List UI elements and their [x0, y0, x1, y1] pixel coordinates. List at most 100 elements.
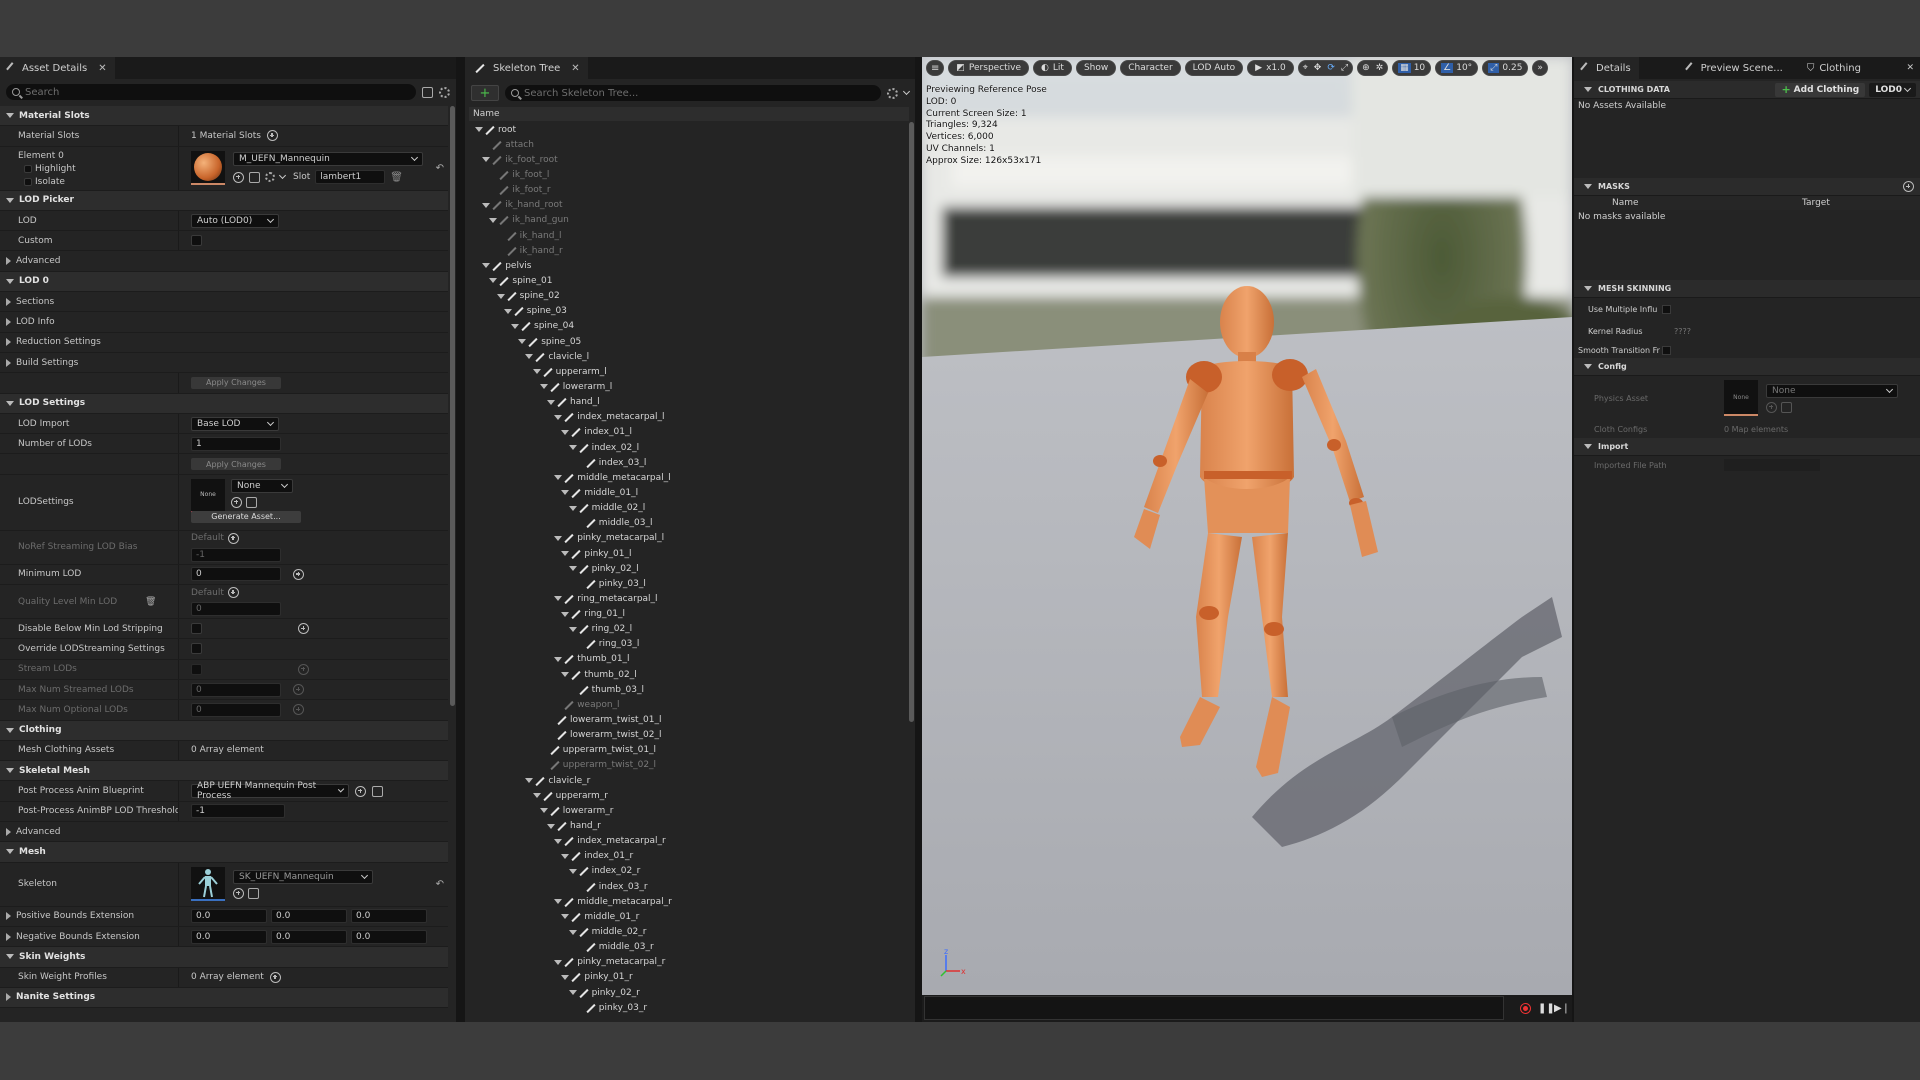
lodsettings-combo[interactable]: None — [231, 478, 293, 493]
minimum-lod-input[interactable]: 0 — [191, 567, 281, 582]
add-clothing-button[interactable]: + Add Clothing — [1775, 82, 1866, 97]
clothing-data-header[interactable]: CLOTHING DATA + Add Clothing LOD0 — [1574, 81, 1920, 99]
scale-snap-button[interactable]: ⤢ 0.25 — [1482, 60, 1529, 76]
material-combo[interactable]: M_UEFN_Mannequin — [233, 152, 423, 167]
expand-arrow-icon[interactable] — [561, 853, 570, 859]
pos-bounds-x[interactable]: 0.0 — [191, 909, 267, 924]
tab-preview-scene[interactable]: Preview Scene... — [1679, 57, 1791, 79]
lod-selector[interactable]: LOD0 — [1869, 82, 1916, 97]
bone-row[interactable]: ik_hand_gun — [469, 213, 909, 228]
select-icon[interactable]: ⌖ — [1303, 63, 1308, 73]
max-streamed-input[interactable]: 0 — [191, 682, 281, 697]
browse-icon[interactable] — [233, 171, 244, 183]
expand-arrow-icon[interactable] — [525, 354, 534, 360]
browse-icon[interactable] — [231, 496, 242, 508]
section-skin-weights[interactable]: Skin Weights — [0, 947, 448, 968]
expand-arrow-icon[interactable] — [532, 793, 541, 799]
add-override-icon[interactable] — [293, 704, 304, 716]
bone-row[interactable]: spine_02 — [469, 289, 909, 304]
expand-arrow-icon[interactable] — [561, 672, 570, 678]
move-icon[interactable]: ✥ — [1314, 63, 1322, 73]
section-clothing[interactable]: Clothing — [0, 720, 448, 741]
add-socket-button[interactable]: + — [471, 85, 499, 101]
add-override-icon[interactable] — [227, 532, 239, 544]
expand-arrow-icon[interactable] — [561, 974, 570, 980]
add-material-slot-icon[interactable] — [266, 130, 278, 142]
expand-arrow-icon[interactable] — [568, 929, 577, 935]
bone-row[interactable]: lowerarm_twist_01_l — [469, 712, 909, 727]
pos-bounds-z[interactable]: 0.0 — [351, 909, 427, 924]
expand-arrow-icon[interactable] — [554, 414, 563, 420]
bone-row[interactable]: ik_foot_l — [469, 167, 909, 182]
chevron-down-icon[interactable] — [902, 87, 911, 96]
character-button[interactable]: Character — [1120, 60, 1181, 76]
bone-row[interactable]: root — [469, 122, 909, 137]
section-material-slots[interactable]: Material Slots — [0, 106, 448, 127]
skeleton-thumbnail[interactable] — [191, 867, 225, 902]
custom-checkbox[interactable] — [191, 235, 202, 247]
bone-row[interactable]: ring_metacarpal_l — [469, 591, 909, 606]
reset-arrow-icon[interactable]: ↶ — [436, 879, 444, 890]
expand-arrow-icon[interactable] — [568, 566, 577, 572]
material-thumbnail[interactable] — [191, 151, 225, 186]
bone-row[interactable]: middle_03_r — [469, 940, 909, 955]
expand-arrow-icon[interactable] — [539, 384, 548, 390]
bone-row[interactable]: thumb_02_l — [469, 667, 909, 682]
kernel-radius-value[interactable]: ???? — [1674, 327, 1691, 336]
add-override-icon[interactable] — [293, 684, 304, 696]
perspective-button[interactable]: ◩ Perspective — [948, 60, 1030, 76]
bone-row[interactable]: index_02_l — [469, 440, 909, 455]
add-override-icon[interactable] — [227, 587, 239, 599]
folder-icon[interactable] — [248, 887, 259, 899]
browse-icon[interactable] — [233, 887, 244, 899]
expand-arrow-icon[interactable] — [511, 323, 519, 329]
expand-arrow-icon[interactable] — [554, 656, 563, 662]
more-options-button[interactable]: » — [1532, 60, 1548, 76]
expand-icon[interactable] — [6, 912, 11, 921]
folder-icon[interactable] — [249, 171, 260, 183]
bone-row[interactable]: pinky_01_r — [469, 970, 909, 985]
expand-arrow-icon[interactable] — [475, 127, 483, 133]
bone-row[interactable]: middle_03_l — [469, 516, 909, 531]
bone-row[interactable]: lowerarm_r — [469, 803, 909, 818]
section-nanite-settings[interactable]: Nanite Settings — [0, 987, 448, 1009]
section-skeletal-mesh[interactable]: Skeletal Mesh — [0, 761, 448, 782]
column-name[interactable]: Name — [1574, 198, 1802, 208]
sections-group[interactable]: Sections — [0, 292, 448, 313]
expand-arrow-icon[interactable] — [561, 914, 570, 920]
pause-icon[interactable]: ❚❚ — [1538, 1003, 1555, 1014]
expand-arrow-icon[interactable] — [554, 596, 563, 602]
bone-row[interactable]: ring_03_l — [469, 637, 909, 652]
expand-arrow-icon[interactable] — [547, 823, 555, 829]
chevron-down-icon[interactable] — [278, 172, 287, 180]
post-process-combo[interactable]: ABP UEFN Mannequin Post Process — [191, 781, 349, 801]
expand-arrow-icon[interactable] — [547, 399, 555, 405]
browse-icon[interactable] — [1766, 401, 1777, 413]
expand-icon[interactable] — [6, 932, 11, 941]
config-header[interactable]: Config — [1574, 358, 1920, 376]
expand-arrow-icon[interactable] — [539, 808, 548, 814]
rotate-icon[interactable]: ⟳ — [1327, 63, 1335, 73]
expand-arrow-icon[interactable] — [554, 475, 563, 481]
bone-row[interactable]: middle_metacarpal_l — [469, 470, 909, 485]
section-lod-settings[interactable]: LOD Settings — [0, 393, 448, 414]
options-icon[interactable] — [265, 172, 275, 183]
expand-arrow-icon[interactable] — [561, 490, 570, 496]
bone-row[interactable]: hand_l — [469, 395, 909, 410]
folder-icon[interactable] — [1781, 401, 1792, 413]
mesh-skinning-header[interactable]: MESH SKINNING — [1574, 280, 1920, 298]
bone-row[interactable]: pinky_03_r — [469, 1000, 909, 1015]
bone-row[interactable]: upperarm_r — [469, 788, 909, 803]
gear-icon[interactable] — [887, 87, 898, 99]
play-speed-button[interactable]: ▶ x1.0 — [1247, 60, 1294, 76]
close-icon[interactable]: ✕ — [1906, 63, 1914, 73]
expand-arrow-icon[interactable] — [554, 899, 563, 905]
lod-auto-button[interactable]: LOD Auto — [1184, 60, 1244, 76]
tab-details[interactable]: Details — [1574, 57, 1639, 79]
bone-row[interactable]: pinky_01_l — [469, 546, 909, 561]
bone-row[interactable]: pinky_03_l — [469, 576, 909, 591]
number-of-lods-input[interactable]: 1 — [191, 436, 281, 451]
bone-row[interactable]: clavicle_l — [469, 349, 909, 364]
threshold-input[interactable]: -1 — [191, 804, 285, 819]
noref-input[interactable]: -1 — [191, 547, 281, 562]
